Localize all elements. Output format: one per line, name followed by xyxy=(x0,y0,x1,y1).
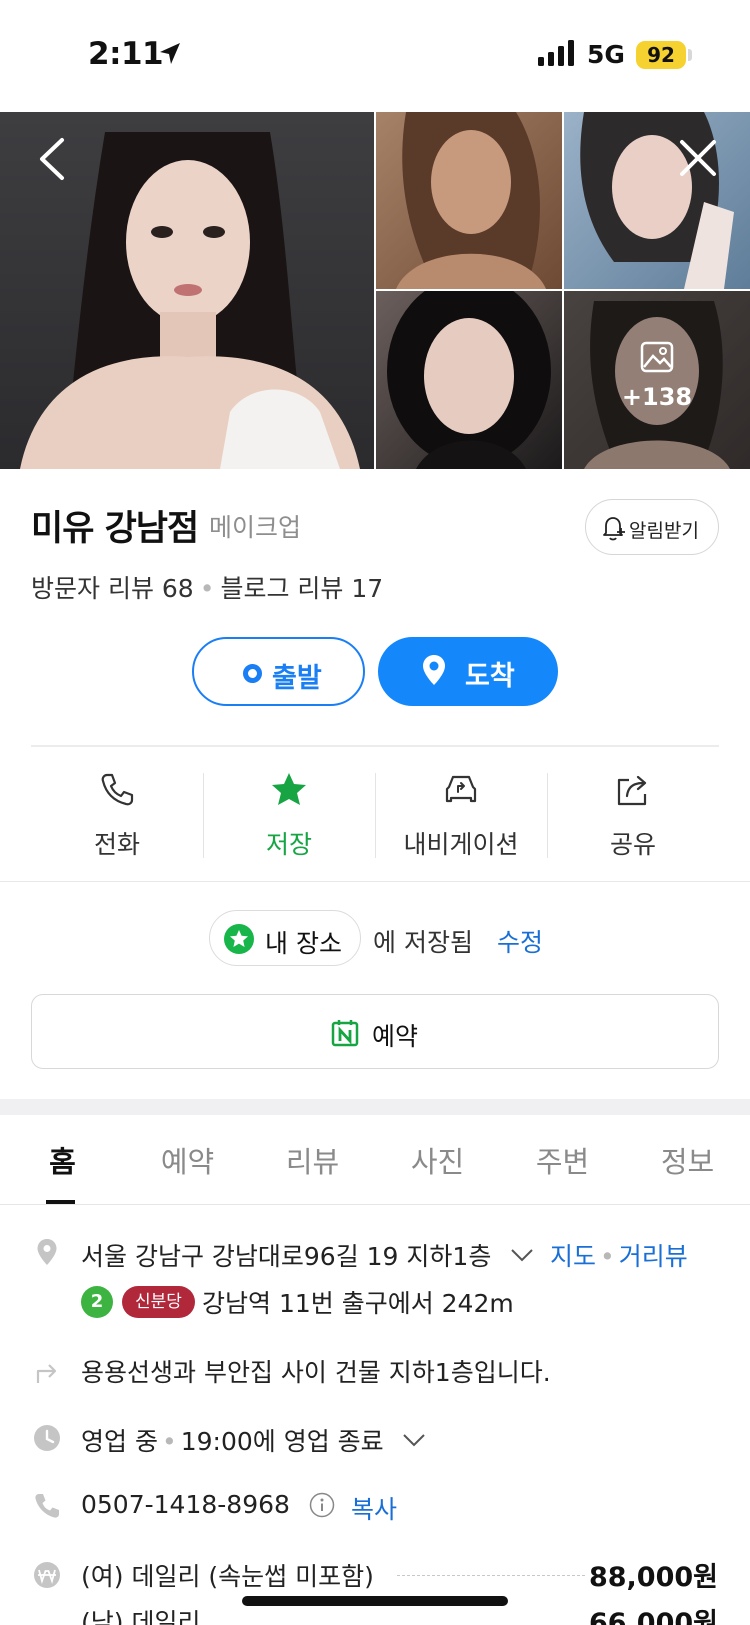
blog-reviews-link[interactable]: 블로그 리뷰 17 xyxy=(220,574,383,603)
shinbundang-line-badge: 신분당 xyxy=(122,1286,195,1318)
navigation-label: 내비게이션 xyxy=(403,830,519,859)
depart-button[interactable]: 출발 xyxy=(192,637,365,706)
phone-number[interactable]: 0507-1418-8968 xyxy=(81,1490,290,1519)
saved-list-name: 내 장소 xyxy=(265,929,342,958)
network-label: 5G xyxy=(587,40,625,69)
tab-reservation[interactable]: 예약 xyxy=(125,1139,250,1181)
save-action[interactable]: 저장 xyxy=(203,770,375,870)
turn-arrow-icon xyxy=(36,1364,57,1383)
street-view-link[interactable]: 거리뷰 xyxy=(619,1242,688,1271)
directions-text: 용용선생과 부안집 사이 건물 지하1층입니다. xyxy=(81,1358,551,1387)
reserve-button[interactable]: 예약 xyxy=(31,994,719,1069)
subway-line-2-badge: 2 xyxy=(81,1286,113,1318)
chevron-down-icon[interactable] xyxy=(510,1248,534,1262)
pin-icon xyxy=(423,655,445,685)
divider xyxy=(31,745,719,747)
place-category: 메이크업 xyxy=(209,513,302,542)
saved-star-icon xyxy=(224,924,254,954)
navigation-action[interactable]: 내비게이션 xyxy=(375,770,547,870)
arrive-button[interactable]: 도착 xyxy=(378,637,558,706)
clock-icon xyxy=(34,1425,60,1451)
price-item-name: (여) 데일리 (속눈썹 미포함) xyxy=(81,1562,374,1591)
car-navigation-icon xyxy=(445,775,477,803)
photo-grid: +138 xyxy=(0,112,750,469)
location-pin-icon xyxy=(37,1239,57,1265)
depart-label: 출발 xyxy=(272,663,322,694)
location-arrow-icon xyxy=(160,43,180,64)
separator-dot: • xyxy=(199,574,215,603)
tab-reviews[interactable]: 리뷰 xyxy=(250,1139,375,1181)
signal-icon xyxy=(538,40,574,66)
alert-button[interactable]: 알림받기 xyxy=(585,499,719,555)
price-item-value: 66,000원 xyxy=(588,1608,718,1625)
price-leader xyxy=(397,1575,585,1576)
battery-cap xyxy=(688,49,692,61)
place-name: 미유 강남점 xyxy=(31,509,199,549)
naver-calendar-icon xyxy=(331,1020,359,1047)
save-label: 저장 xyxy=(265,830,312,859)
tab-photos[interactable]: 사진 xyxy=(375,1139,500,1181)
photo-thumb-2[interactable] xyxy=(564,112,750,289)
saved-status-text: 에 저장됨 xyxy=(373,928,473,957)
call-action[interactable]: 전화 xyxy=(31,770,203,870)
hours-text: 19:00에 영업 종료 xyxy=(180,1427,384,1456)
info-icon[interactable] xyxy=(309,1492,335,1518)
divider xyxy=(0,881,750,882)
tab-info[interactable]: 정보 xyxy=(625,1139,750,1181)
photo-more-count: +138 xyxy=(621,383,693,411)
reserve-label: 예약 xyxy=(372,1022,419,1051)
phone-icon xyxy=(101,773,134,806)
price-item-name: (남) 데일리 xyxy=(81,1608,201,1625)
photo-more-overlay xyxy=(564,291,750,469)
share-icon xyxy=(617,775,647,806)
separator-dot: • xyxy=(600,1242,615,1271)
depart-dot-icon xyxy=(243,664,262,683)
photo-thumb-4-more[interactable]: +138 xyxy=(564,291,750,469)
chevron-down-icon[interactable] xyxy=(402,1433,426,1447)
review-counts: 방문자 리뷰 68 • 블로그 리뷰 17 xyxy=(31,569,383,605)
address-row: 서울 강남구 강남대로96길 19 지하1층 xyxy=(81,1237,491,1273)
address-text[interactable]: 서울 강남구 강남대로96길 19 지하1층 xyxy=(81,1242,491,1271)
map-link[interactable]: 지도 xyxy=(550,1242,596,1271)
bell-plus-icon xyxy=(603,517,625,541)
phone-icon xyxy=(35,1494,59,1518)
close-icon[interactable] xyxy=(678,138,718,178)
price-item-value: 88,000원 xyxy=(588,1562,718,1593)
hours-status: 영업 중 xyxy=(81,1427,158,1456)
station-text: 강남역 11번 출구에서 242m xyxy=(202,1289,514,1318)
call-label: 전화 xyxy=(93,830,140,859)
visitor-reviews-link[interactable]: 방문자 리뷰 68 xyxy=(31,574,194,603)
saved-list-chip[interactable]: 내 장소 xyxy=(209,910,361,966)
photo-thumb-3[interactable] xyxy=(376,291,562,469)
home-indicator xyxy=(242,1596,508,1606)
share-action[interactable]: 공유 xyxy=(547,770,719,870)
tab-nearby[interactable]: 주변 xyxy=(500,1139,625,1181)
battery-icon: 92 xyxy=(636,41,686,69)
tab-home[interactable]: 홈 xyxy=(0,1139,125,1181)
photo-thumb-1[interactable] xyxy=(376,112,562,289)
copy-link-wrap: 복사 xyxy=(351,1490,397,1526)
hours-row[interactable]: 영업 중 • 19:00에 영업 종료 xyxy=(81,1422,384,1458)
copy-phone-link[interactable]: 복사 xyxy=(351,1495,397,1524)
status-time: 2:11 xyxy=(88,36,164,72)
back-icon[interactable] xyxy=(36,136,70,182)
map-links: 지도 • 거리뷰 xyxy=(550,1237,688,1273)
tab-bar: 홈 예약 리뷰 사진 주변 정보 xyxy=(0,1115,750,1205)
arrive-label: 도착 xyxy=(465,661,515,692)
star-filled-icon xyxy=(272,773,306,805)
share-label: 공유 xyxy=(609,830,656,859)
active-tab-indicator xyxy=(46,1200,75,1204)
alert-label: 알림받기 xyxy=(629,520,699,542)
saved-edit-link[interactable]: 수정 xyxy=(497,923,543,959)
status-bar: 2:11 5G 92 xyxy=(0,0,750,112)
section-divider xyxy=(0,1099,750,1115)
separator-dot: • xyxy=(161,1427,177,1456)
gallery-icon xyxy=(640,341,674,373)
price-won-icon xyxy=(34,1562,60,1588)
